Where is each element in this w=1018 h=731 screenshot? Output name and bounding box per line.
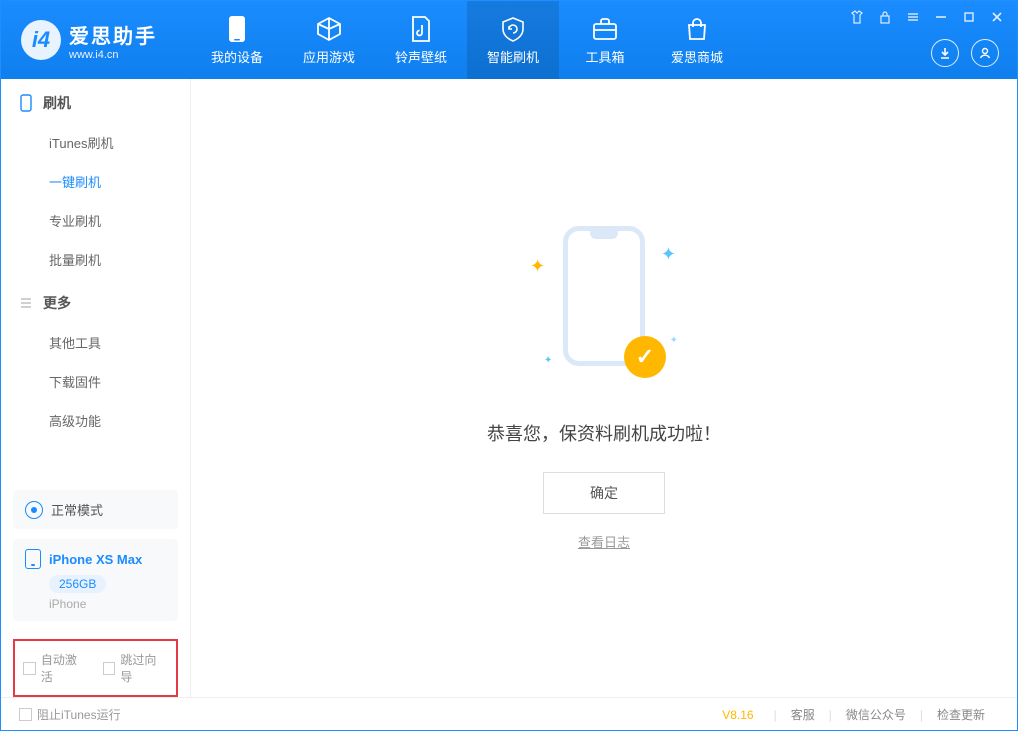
sidebar-item-pro-flash[interactable]: 专业刷机 bbox=[1, 201, 190, 240]
version-label: V8.16 bbox=[722, 708, 753, 722]
body-area: 刷机 iTunes刷机 一键刷机 专业刷机 批量刷机 更多 其他工具 下载固件 … bbox=[1, 79, 1017, 697]
sparkle-icon: ✦ bbox=[530, 256, 545, 277]
phone-small-icon bbox=[19, 94, 33, 112]
status-mode-label: 正常模式 bbox=[51, 500, 103, 519]
status-mode-box[interactable]: 正常模式 bbox=[13, 490, 178, 529]
sparkle-icon: ✦ bbox=[661, 244, 676, 265]
checkbox-icon bbox=[19, 708, 32, 721]
logo-text: 爱思助手 www.i4.cn bbox=[69, 20, 157, 61]
sidebar-item-other-tools[interactable]: 其他工具 bbox=[1, 323, 190, 362]
window-controls bbox=[849, 9, 1005, 25]
music-file-icon bbox=[407, 15, 435, 43]
briefcase-icon bbox=[591, 15, 619, 43]
minimize-button[interactable] bbox=[933, 9, 949, 25]
shirt-icon[interactable] bbox=[849, 9, 865, 25]
app-name: 爱思助手 bbox=[69, 20, 157, 49]
checkbox-block-itunes[interactable]: 阻止iTunes运行 bbox=[19, 706, 121, 723]
section-flash: 刷机 bbox=[1, 79, 190, 123]
sidebar-item-itunes-flash[interactable]: iTunes刷机 bbox=[1, 123, 190, 162]
app-logo-icon: i4 bbox=[21, 20, 61, 60]
tab-ringtones[interactable]: 铃声壁纸 bbox=[375, 1, 467, 79]
tab-my-device[interactable]: 我的设备 bbox=[191, 1, 283, 79]
app-header: i4 爱思助手 www.i4.cn 我的设备 应用游戏 铃声壁纸 bbox=[1, 1, 1017, 79]
sidebar-item-download-firmware[interactable]: 下载固件 bbox=[1, 362, 190, 401]
tab-store[interactable]: 爱思商城 bbox=[651, 1, 743, 79]
checkbox-auto-activate[interactable]: 自动激活 bbox=[23, 651, 89, 685]
checkbox-icon bbox=[103, 662, 116, 675]
device-name: iPhone XS Max bbox=[49, 552, 142, 567]
wechat-link[interactable]: 微信公众号 bbox=[832, 706, 920, 723]
app-url: www.i4.cn bbox=[69, 49, 157, 61]
sidebar: 刷机 iTunes刷机 一键刷机 专业刷机 批量刷机 更多 其他工具 下载固件 … bbox=[1, 79, 191, 697]
success-illustration: ✦ ✦ ✦ ✦ ✓ bbox=[514, 226, 694, 396]
footer: 阻止iTunes运行 V8.16 | 客服 | 微信公众号 | 检查更新 bbox=[1, 697, 1017, 731]
sidebar-item-oneclick-flash[interactable]: 一键刷机 bbox=[1, 162, 190, 201]
success-message: 恭喜您，保资料刷机成功啦！ bbox=[487, 420, 721, 446]
menu-icon[interactable] bbox=[905, 9, 921, 25]
lock-icon[interactable] bbox=[877, 9, 893, 25]
bag-icon bbox=[683, 15, 711, 43]
sidebar-item-advanced[interactable]: 高级功能 bbox=[1, 401, 190, 440]
refresh-shield-icon bbox=[499, 15, 527, 43]
sparkle-icon: ✦ bbox=[544, 355, 552, 366]
maximize-button[interactable] bbox=[961, 9, 977, 25]
cube-icon bbox=[315, 15, 343, 43]
section-more: 更多 bbox=[1, 279, 190, 323]
nav-tabs: 我的设备 应用游戏 铃声壁纸 智能刷机 工具箱 bbox=[191, 1, 743, 79]
device-header: iPhone XS Max bbox=[25, 549, 166, 569]
list-icon bbox=[19, 296, 33, 310]
view-log-link[interactable]: 查看日志 bbox=[578, 532, 630, 551]
confirm-button[interactable]: 确定 bbox=[543, 472, 665, 514]
check-update-link[interactable]: 检查更新 bbox=[923, 706, 999, 723]
status-dot-icon bbox=[25, 501, 43, 519]
close-button[interactable] bbox=[989, 9, 1005, 25]
checkmark-badge-icon: ✓ bbox=[624, 336, 666, 378]
sparkle-icon: ✦ bbox=[670, 335, 678, 346]
device-icon bbox=[223, 15, 251, 43]
device-phone-icon bbox=[25, 549, 41, 569]
header-action-icons bbox=[931, 39, 999, 67]
tab-toolbox[interactable]: 工具箱 bbox=[559, 1, 651, 79]
device-type: iPhone bbox=[49, 597, 166, 611]
sidebar-item-batch-flash[interactable]: 批量刷机 bbox=[1, 240, 190, 279]
user-icon[interactable] bbox=[971, 39, 999, 67]
support-link[interactable]: 客服 bbox=[777, 706, 829, 723]
download-icon[interactable] bbox=[931, 39, 959, 67]
main-content: ✦ ✦ ✦ ✦ ✓ 恭喜您，保资料刷机成功啦！ 确定 查看日志 bbox=[191, 79, 1017, 697]
tab-smart-flash[interactable]: 智能刷机 bbox=[467, 1, 559, 79]
checkbox-skip-guide[interactable]: 跳过向导 bbox=[103, 651, 169, 685]
device-capacity-badge: 256GB bbox=[49, 575, 106, 593]
highlighted-checkbox-row: 自动激活 跳过向导 bbox=[13, 639, 178, 697]
checkbox-icon bbox=[23, 662, 36, 675]
device-info-box[interactable]: iPhone XS Max 256GB iPhone bbox=[13, 539, 178, 621]
logo-area: i4 爱思助手 www.i4.cn bbox=[1, 20, 191, 61]
tab-apps[interactable]: 应用游戏 bbox=[283, 1, 375, 79]
